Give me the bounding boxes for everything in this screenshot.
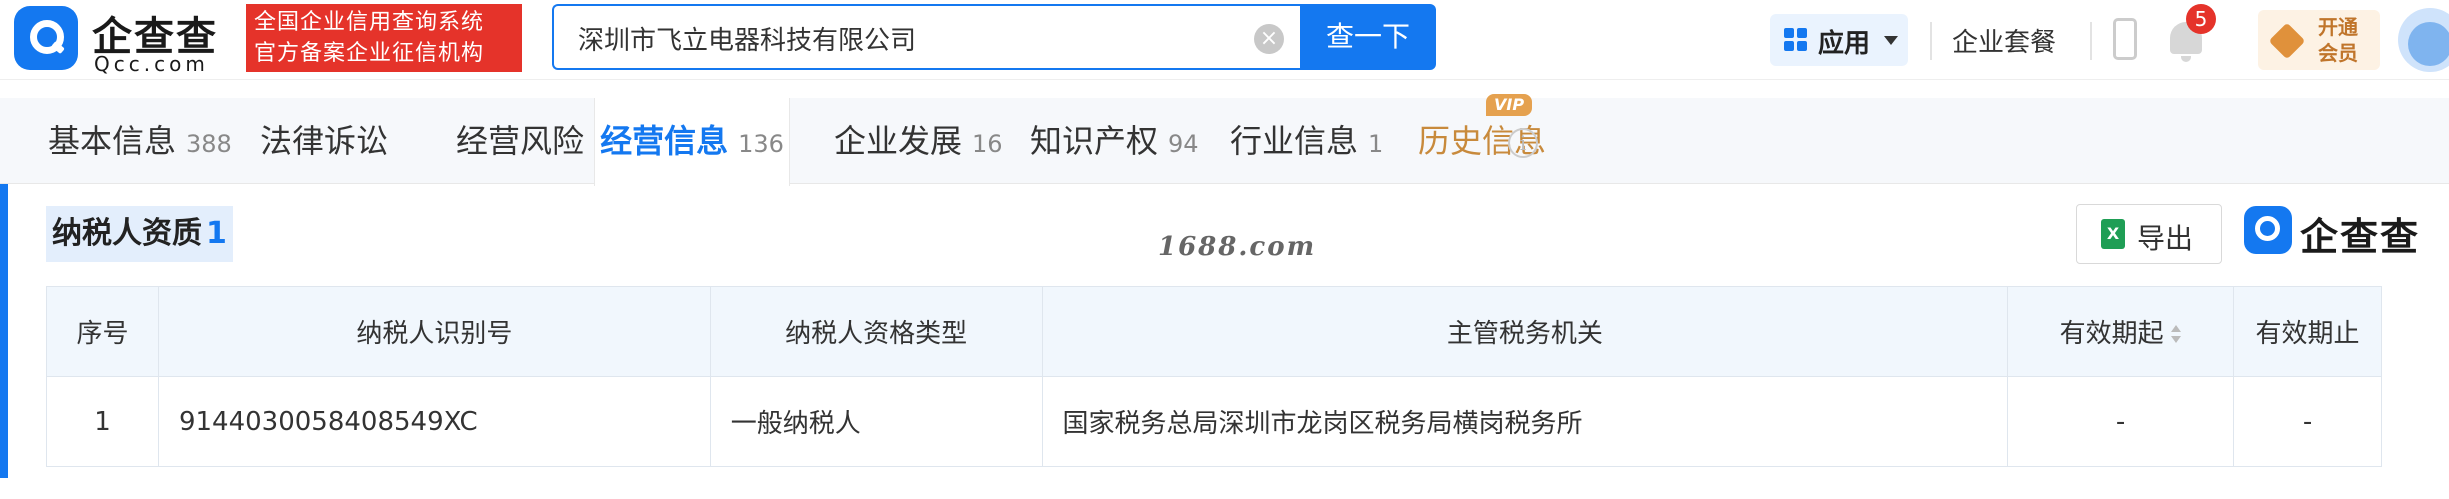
cell-index: 1 — [46, 376, 159, 467]
tab-count: 388 — [186, 130, 232, 158]
top-header: 企查查 Qcc.com 全国企业信用查询系统 官方备案企业征信机构 × 查一下 … — [0, 0, 2449, 80]
table-row: 1 9144030058408549XC 一般纳税人 国家税务总局深圳市龙岗区税… — [46, 376, 2382, 467]
company-tabs: 基本信息 388 法律诉讼 经营风险 经营信息 136 企业发展 16 知识产权 94 … — [0, 94, 2449, 186]
col-tax-authority: 主管税务机关 — [1041, 286, 2009, 377]
clear-search-icon[interactable]: × — [1254, 24, 1284, 54]
tab-count: 1 — [1368, 130, 1384, 158]
qcc-logo-icon[interactable] — [14, 6, 78, 70]
section-title: 纳税人资质 1 — [46, 206, 233, 262]
logo-domain: Qcc.com — [94, 52, 209, 76]
slogan-banner: 全国企业信用查询系统 官方备案企业征信机构 — [246, 4, 522, 72]
tab-count: 136 — [738, 130, 784, 158]
slogan-line-2: 官方备案企业征信机构 — [254, 41, 485, 66]
col-taxpayer-type: 纳税人资格类型 — [709, 286, 1043, 377]
tab-label: 企业发展 — [834, 122, 963, 160]
export-button[interactable]: X 导出 — [2076, 204, 2222, 264]
tab-operations[interactable]: 经营信息 136 — [594, 98, 790, 186]
tab-label: 经营风险 — [456, 122, 585, 160]
tab-risk[interactable]: 经营风险 — [456, 98, 584, 184]
chevron-down-icon — [1884, 36, 1898, 45]
header-divider — [2090, 22, 2092, 60]
excel-icon: X — [2101, 219, 2125, 249]
tab-ip[interactable]: 知识产权 94 — [1030, 98, 1199, 184]
table-header-row: 序号 纳税人识别号 纳税人资格类型 主管税务机关 有效期起 有效期止 — [46, 286, 2382, 377]
cell-taxpayer-type: 一般纳税人 — [709, 376, 1043, 467]
taxpayer-table: 序号 纳税人识别号 纳税人资格类型 主管税务机关 有效期起 有效期止 1 914… — [46, 286, 2382, 467]
mobile-app-icon[interactable] — [2113, 18, 2137, 60]
watermark-text: 1688.com — [1158, 232, 1317, 262]
tab-label: 知识产权 — [1030, 122, 1159, 160]
tab-label: 法律诉讼 — [260, 122, 389, 160]
search-button[interactable]: 查一下 — [1300, 4, 1436, 70]
qcc-brand-icon — [2244, 206, 2292, 254]
brand-text: 企查查 — [2300, 215, 2421, 259]
col-index: 序号 — [46, 286, 159, 377]
vip-label: 开通 会员 — [2318, 14, 2358, 66]
tab-industry[interactable]: 行业信息 1 — [1230, 98, 1383, 184]
vip-label-line-1: 开通 — [2318, 15, 2358, 39]
cell-valid-from: - — [2007, 376, 2235, 467]
col-valid-from-label: 有效期起 — [2059, 319, 2164, 349]
search-box: × — [552, 4, 1302, 70]
tab-count: 94 — [1168, 130, 1199, 158]
open-vip-button[interactable]: 开通 会员 — [2258, 10, 2380, 70]
vip-label-line-2: 会员 — [2318, 41, 2358, 65]
export-label: 导出 — [2137, 222, 2194, 255]
slogan-line-1: 全国企业信用查询系统 — [254, 10, 485, 35]
col-valid-to: 有效期止 — [2233, 286, 2382, 377]
info-icon[interactable]: i — [1508, 128, 1538, 158]
apps-menu-button[interactable]: 应用 — [1770, 14, 1908, 66]
header-divider — [1930, 22, 1932, 60]
cell-tax-authority[interactable]: 国家税务总局深圳市龙岗区税务局横岗税务所 — [1041, 376, 2009, 467]
cell-valid-to: - — [2233, 376, 2382, 467]
vip-tag: VIP — [1486, 94, 1533, 116]
apps-grid-icon — [1784, 28, 1808, 52]
tab-count: 16 — [972, 130, 1003, 158]
sort-icon[interactable] — [2170, 324, 2182, 346]
tab-development[interactable]: 企业发展 16 — [834, 98, 1003, 184]
user-avatar[interactable] — [2398, 8, 2449, 72]
col-tax-id: 纳税人识别号 — [157, 286, 711, 377]
tab-label: 基本信息 — [48, 122, 177, 160]
section-count: 1 — [206, 216, 227, 251]
notification-badge: 5 — [2186, 4, 2216, 34]
enterprise-suite-link[interactable]: 企业套餐 — [1952, 22, 2056, 59]
tab-legal[interactable]: 法律诉讼 — [260, 98, 388, 184]
tab-basic-info[interactable]: 基本信息 388 — [48, 98, 232, 184]
vip-heart-icon — [2268, 22, 2306, 60]
section-title-text: 纳税人资质 — [52, 216, 202, 251]
cell-tax-id: 9144030058408549XC — [157, 376, 711, 467]
tab-label: 行业信息 — [1230, 122, 1359, 160]
apps-label: 应用 — [1818, 29, 1871, 59]
search-input[interactable] — [578, 18, 1218, 58]
tab-label: 经营信息 — [600, 122, 729, 160]
col-valid-from[interactable]: 有效期起 — [2007, 286, 2235, 377]
